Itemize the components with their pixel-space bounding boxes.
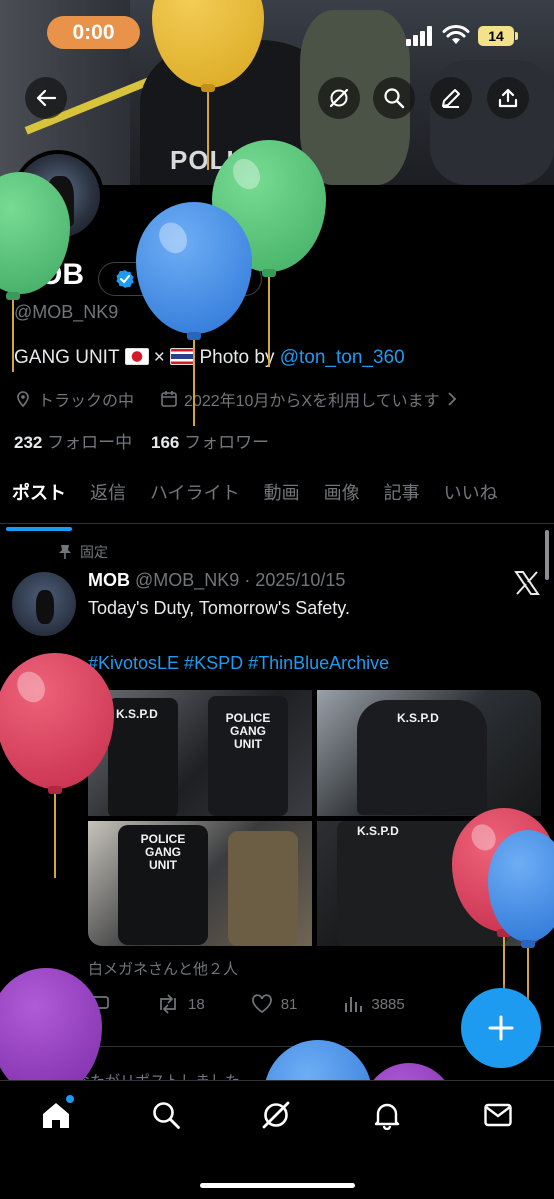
post-photo-3[interactable]: POLICE GANG UNIT xyxy=(88,820,312,946)
plus-icon xyxy=(488,1015,514,1041)
views-count: 3885 xyxy=(371,995,405,1013)
profile-meta: トラックの中 2022年10月からXを利用しています xyxy=(14,387,458,411)
calendar-icon xyxy=(161,391,177,407)
views-button[interactable]: 3885 xyxy=(343,994,405,1014)
nav-search[interactable] xyxy=(146,1095,186,1135)
pinned-label: 固定 xyxy=(80,544,108,560)
scrollbar[interactable] xyxy=(545,530,549,580)
photo-4-text: K.S.P.D xyxy=(357,823,399,838)
grok-icon xyxy=(329,88,349,108)
nav-grok[interactable] xyxy=(256,1095,296,1135)
following-count: 232 xyxy=(14,433,43,452)
bottom-nav xyxy=(0,1080,554,1199)
profile-tabs: ポスト 返信 ハイライト 動画 画像 記事 いいね xyxy=(0,470,554,531)
grok-button[interactable] xyxy=(318,77,360,119)
location-pin-icon xyxy=(17,391,29,408)
post-text: Today's Duty, Tomorrow's Safety. xyxy=(88,598,350,618)
pinned-indicator: 固定 xyxy=(58,542,108,562)
verify-button[interactable]: 認証を受ける xyxy=(98,262,262,296)
share-button[interactable] xyxy=(487,77,529,119)
profile-name: MOB xyxy=(14,258,84,291)
profile-avatar[interactable] xyxy=(12,150,104,242)
bio-photo: Photo by xyxy=(199,347,280,368)
tab-likes[interactable]: いいね xyxy=(432,470,510,523)
post-avatar[interactable] xyxy=(12,572,76,636)
location-text: トラックの中 xyxy=(38,393,135,410)
signal-icon xyxy=(406,26,434,46)
bio-prefix: GANG UNIT xyxy=(14,347,125,368)
mail-icon xyxy=(484,1103,512,1127)
photo-2-text: K.S.P.D xyxy=(397,711,439,725)
x-logo-icon[interactable] xyxy=(514,571,540,595)
bio-times: × xyxy=(153,347,165,368)
liked-by-text[interactable]: 白メガネさんと他２人 xyxy=(88,958,238,979)
home-indicator xyxy=(200,1183,355,1188)
tab-videos[interactable]: 動画 xyxy=(252,470,312,523)
post-actions: 18 81 3885 xyxy=(88,994,508,1014)
nav-home[interactable] xyxy=(36,1095,76,1135)
back-button[interactable] xyxy=(25,77,67,119)
nav-messages[interactable] xyxy=(478,1095,518,1135)
status-time: 0:00 xyxy=(47,16,140,49)
battery-icon: 14 xyxy=(478,26,518,46)
tab-posts[interactable]: ポスト xyxy=(0,470,78,531)
back-arrow-icon xyxy=(36,89,57,107)
edit-icon xyxy=(442,89,460,108)
share-icon xyxy=(498,88,518,108)
following-link[interactable]: 232 フォロー中 xyxy=(14,433,132,452)
like-button[interactable]: 81 xyxy=(251,994,298,1014)
followers-label: フォロワー xyxy=(184,433,270,452)
repost-button[interactable]: 18 xyxy=(156,994,205,1014)
profile-bio: GANG UNIT × Photo by @ton_ton_360 xyxy=(14,347,405,369)
bell-icon xyxy=(374,1103,400,1130)
tab-articles[interactable]: 記事 xyxy=(372,470,432,523)
verify-label: 認証を受ける xyxy=(141,271,243,291)
profile-handle: @MOB_NK9 xyxy=(14,302,119,322)
followers-link[interactable]: 166 フォロワー xyxy=(151,433,269,452)
post-header: MOB @MOB_NK9 · 2025/10/15 xyxy=(88,570,345,591)
chevron-right-icon[interactable] xyxy=(446,391,458,407)
like-count: 81 xyxy=(280,995,298,1013)
heart-icon xyxy=(251,994,272,1014)
following-label: フォロー中 xyxy=(47,433,133,452)
thailand-flag-icon xyxy=(170,348,195,365)
search-icon xyxy=(153,1102,180,1129)
views-icon xyxy=(345,997,363,1012)
compose-button[interactable] xyxy=(461,988,541,1068)
tab-highlights[interactable]: ハイライト xyxy=(138,470,252,523)
post-hashtags[interactable]: #KivotosLE #KSPD #ThinBlueArchive xyxy=(88,653,389,674)
post-photo-2[interactable]: K.S.P.D xyxy=(317,690,541,816)
reply-icon xyxy=(89,996,109,1014)
post-photo-1[interactable]: K.S.P.D POLICE GANG UNIT xyxy=(88,690,312,816)
search-icon xyxy=(384,88,405,109)
post-handle-date: @MOB_NK9 · 2025/10/15 xyxy=(135,570,346,590)
search-button[interactable] xyxy=(373,77,415,119)
wifi-icon xyxy=(442,25,470,44)
tab-replies[interactable]: 返信 xyxy=(78,470,138,523)
repost-icon xyxy=(160,994,176,1014)
post-media-grid: K.S.P.D POLICE GANG UNIT K.S.P.D POLICE … xyxy=(88,690,541,946)
verified-badge-icon xyxy=(116,270,134,288)
nav-notifications[interactable] xyxy=(367,1095,407,1135)
reply-button[interactable] xyxy=(88,994,110,1014)
edit-button[interactable] xyxy=(430,77,472,119)
post-photo-4[interactable]: K.S.P.D xyxy=(317,820,541,946)
home-icon xyxy=(43,1103,69,1128)
joined-text: 2022年10月からXを利用しています xyxy=(184,393,440,410)
repost-count: 18 xyxy=(188,995,205,1013)
photo-1b-text: POLICE GANG UNIT xyxy=(225,711,271,751)
notification-dot xyxy=(66,1095,74,1103)
post-author[interactable]: MOB xyxy=(88,570,130,590)
followers-count: 166 xyxy=(151,433,180,452)
photo-1-text: K.S.P.D xyxy=(116,707,158,721)
bio-link[interactable]: @ton_ton_360 xyxy=(280,347,405,368)
grok-icon xyxy=(262,1101,290,1129)
tab-photos[interactable]: 画像 xyxy=(312,470,372,523)
follow-stats: 232 フォロー中 166 フォロワー xyxy=(14,428,269,453)
photo-3-text: POLICE GANG UNIT xyxy=(140,831,186,872)
pin-icon xyxy=(59,545,71,559)
japan-flag-icon xyxy=(124,348,149,365)
